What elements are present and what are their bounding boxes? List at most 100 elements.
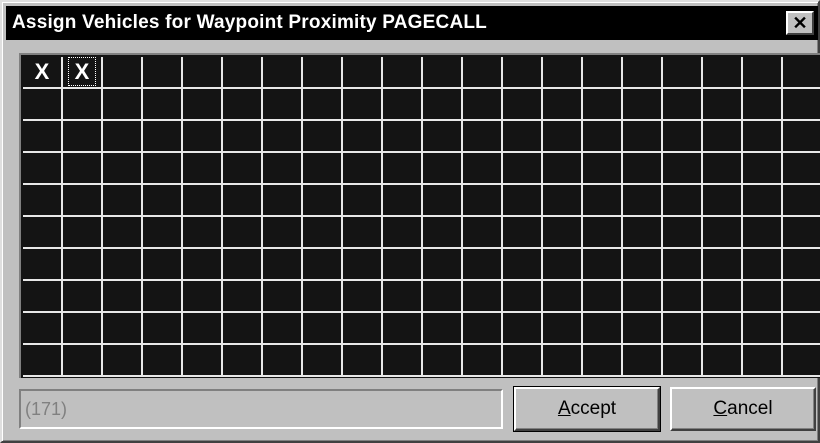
grid-cell[interactable] bbox=[63, 121, 103, 153]
grid-cell[interactable] bbox=[703, 121, 743, 153]
close-button[interactable]: ✕ bbox=[786, 11, 814, 35]
grid-cell[interactable] bbox=[623, 217, 663, 249]
grid-cell[interactable] bbox=[783, 217, 820, 249]
grid-cell[interactable] bbox=[143, 57, 183, 89]
grid-cell[interactable] bbox=[143, 121, 183, 153]
grid-cell[interactable] bbox=[463, 281, 503, 313]
grid-cell[interactable] bbox=[703, 345, 743, 377]
grid-cell[interactable] bbox=[623, 121, 663, 153]
grid-cell[interactable] bbox=[663, 249, 703, 281]
grid-cell[interactable] bbox=[63, 217, 103, 249]
grid-cell[interactable] bbox=[623, 185, 663, 217]
grid-cell[interactable] bbox=[663, 345, 703, 377]
grid-cell[interactable] bbox=[23, 121, 63, 153]
grid-cell[interactable] bbox=[703, 281, 743, 313]
grid-cell[interactable] bbox=[263, 185, 303, 217]
grid-cell[interactable] bbox=[663, 121, 703, 153]
grid-cell[interactable] bbox=[463, 185, 503, 217]
grid-cell[interactable] bbox=[463, 121, 503, 153]
grid-cell[interactable] bbox=[503, 249, 543, 281]
grid-cell[interactable] bbox=[503, 185, 543, 217]
grid-cell[interactable] bbox=[263, 57, 303, 89]
grid-cell[interactable] bbox=[223, 121, 263, 153]
grid-cell[interactable] bbox=[103, 185, 143, 217]
grid-cell[interactable] bbox=[543, 313, 583, 345]
grid-cell[interactable] bbox=[783, 57, 820, 89]
grid-cell[interactable] bbox=[783, 345, 820, 377]
grid-cell[interactable] bbox=[263, 89, 303, 121]
grid-cell[interactable] bbox=[23, 89, 63, 121]
grid-cell[interactable] bbox=[743, 89, 783, 121]
grid-cell[interactable] bbox=[103, 89, 143, 121]
grid-cell[interactable] bbox=[623, 281, 663, 313]
grid-cell[interactable] bbox=[223, 57, 263, 89]
grid-cell[interactable] bbox=[183, 345, 223, 377]
grid-cell[interactable] bbox=[583, 281, 623, 313]
grid-cell[interactable] bbox=[263, 281, 303, 313]
grid-cell[interactable] bbox=[703, 313, 743, 345]
grid-cell[interactable] bbox=[663, 57, 703, 89]
grid-cell[interactable] bbox=[63, 153, 103, 185]
grid-cell[interactable] bbox=[183, 281, 223, 313]
grid-cell[interactable] bbox=[543, 57, 583, 89]
grid-cell[interactable] bbox=[743, 57, 783, 89]
grid-cell[interactable] bbox=[503, 121, 543, 153]
grid-cell[interactable] bbox=[223, 89, 263, 121]
grid-cell[interactable] bbox=[383, 345, 423, 377]
grid-cell[interactable] bbox=[463, 249, 503, 281]
grid-cell[interactable] bbox=[63, 89, 103, 121]
grid-cell[interactable] bbox=[423, 217, 463, 249]
grid-cell[interactable] bbox=[663, 281, 703, 313]
grid-cell[interactable] bbox=[423, 57, 463, 89]
grid-cell[interactable] bbox=[343, 281, 383, 313]
grid-cell[interactable] bbox=[543, 121, 583, 153]
grid-cell[interactable] bbox=[183, 57, 223, 89]
grid-cell[interactable] bbox=[223, 281, 263, 313]
grid-cell[interactable] bbox=[543, 345, 583, 377]
grid-cell[interactable] bbox=[263, 249, 303, 281]
grid-cell[interactable] bbox=[623, 345, 663, 377]
grid-cell[interactable] bbox=[383, 121, 423, 153]
grid-cell[interactable]: X bbox=[63, 57, 103, 89]
grid-cell[interactable] bbox=[463, 57, 503, 89]
grid-cell[interactable] bbox=[543, 89, 583, 121]
grid-cell[interactable] bbox=[423, 313, 463, 345]
grid-cell[interactable] bbox=[143, 217, 183, 249]
grid-cell[interactable] bbox=[103, 57, 143, 89]
grid-cell[interactable] bbox=[303, 185, 343, 217]
grid-cell[interactable] bbox=[423, 153, 463, 185]
grid-cell[interactable] bbox=[583, 217, 623, 249]
grid-cell[interactable] bbox=[103, 217, 143, 249]
grid-cell[interactable] bbox=[463, 313, 503, 345]
grid-cell[interactable] bbox=[383, 217, 423, 249]
grid-cell[interactable] bbox=[63, 345, 103, 377]
grid-cell[interactable] bbox=[303, 345, 343, 377]
grid-cell[interactable] bbox=[183, 217, 223, 249]
grid-cell[interactable] bbox=[463, 217, 503, 249]
grid-cell[interactable] bbox=[143, 345, 183, 377]
grid-cell[interactable] bbox=[263, 345, 303, 377]
grid-cell[interactable] bbox=[343, 217, 383, 249]
grid-cell[interactable] bbox=[423, 89, 463, 121]
grid-cell[interactable] bbox=[63, 185, 103, 217]
grid-cell[interactable] bbox=[263, 313, 303, 345]
grid-cell[interactable] bbox=[383, 153, 423, 185]
grid-cell[interactable] bbox=[743, 249, 783, 281]
grid-cell[interactable] bbox=[503, 57, 543, 89]
grid-cell[interactable] bbox=[743, 217, 783, 249]
grid-cell[interactable] bbox=[303, 281, 343, 313]
grid-cell[interactable] bbox=[663, 89, 703, 121]
grid-cell[interactable] bbox=[103, 249, 143, 281]
grid-cell[interactable] bbox=[743, 345, 783, 377]
grid-cell[interactable] bbox=[703, 249, 743, 281]
grid-cell[interactable] bbox=[303, 217, 343, 249]
grid-cell[interactable] bbox=[623, 89, 663, 121]
accept-button[interactable]: Accept bbox=[513, 386, 661, 432]
grid-cell[interactable] bbox=[743, 185, 783, 217]
grid-cell[interactable] bbox=[503, 89, 543, 121]
grid-cell[interactable] bbox=[543, 153, 583, 185]
grid-cell[interactable] bbox=[583, 345, 623, 377]
grid-cell[interactable] bbox=[703, 153, 743, 185]
grid-cell[interactable] bbox=[663, 313, 703, 345]
grid-cell[interactable] bbox=[423, 121, 463, 153]
